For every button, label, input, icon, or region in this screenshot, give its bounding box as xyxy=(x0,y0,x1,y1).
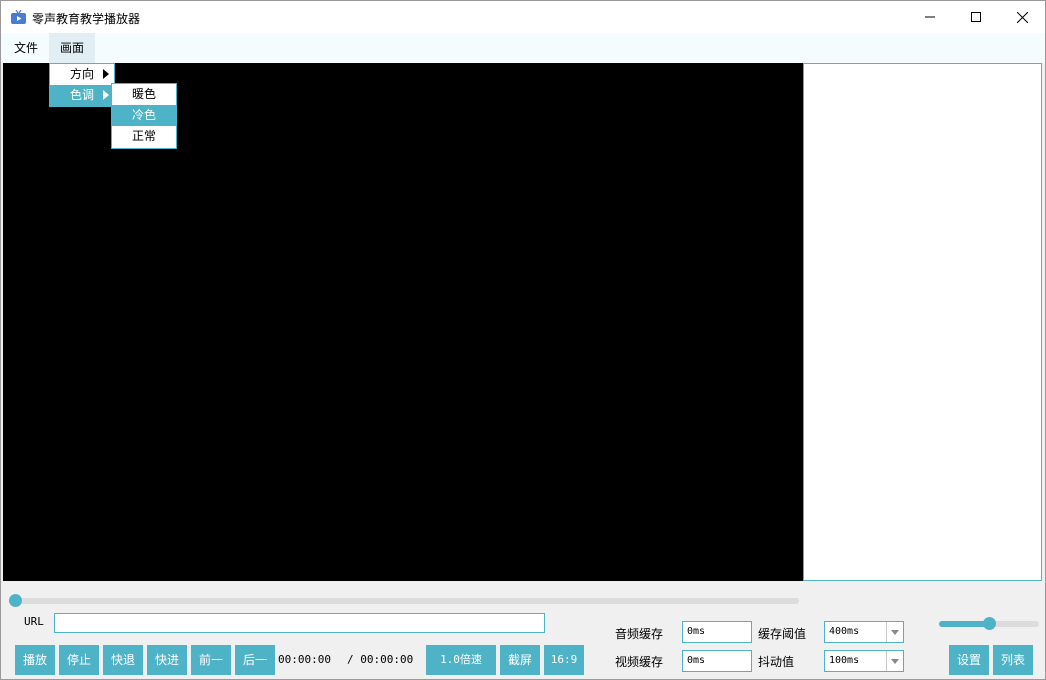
picture-menu: 方向 色调 xyxy=(49,63,115,107)
audio-buffer-label: 音频缓存 xyxy=(615,627,664,641)
stop-button[interactable]: 停止 xyxy=(59,645,99,675)
aspect-ratio-button[interactable]: 16:9 xyxy=(544,645,584,675)
progress-slider[interactable] xyxy=(15,598,799,604)
playlist-panel[interactable] xyxy=(803,63,1042,581)
play-button[interactable]: 播放 xyxy=(15,645,55,675)
menu-item-tone-label: 色调 xyxy=(69,88,94,102)
playlist-button[interactable]: 列表 xyxy=(993,645,1033,675)
minimize-icon xyxy=(925,16,935,18)
volume-slider-fill xyxy=(939,621,989,627)
video-buffer-field: 0ms xyxy=(682,650,752,672)
tone-warm[interactable]: 暖色 xyxy=(112,84,176,105)
total-time: / 00:00:00 xyxy=(347,653,414,666)
close-icon xyxy=(1016,11,1028,23)
buffer-threshold-label: 缓存阈值 xyxy=(758,627,807,641)
tone-submenu: 暖色 冷色 正常 xyxy=(111,83,177,149)
menu-bar: 文件 画面 xyxy=(1,33,1045,63)
menu-item-direction[interactable]: 方向 xyxy=(50,64,114,85)
volume-slider-handle[interactable] xyxy=(982,617,996,630)
tone-normal[interactable]: 正常 xyxy=(112,126,176,147)
tv-app-icon xyxy=(11,10,26,24)
jitter-value: 100ms xyxy=(829,655,860,666)
title-bar[interactable]: 零声教育教学播放器 xyxy=(1,1,1045,33)
player-window: 零声教育教学播放器 文件 画面 方向 色调 暖色 冷色 正常 URL 播放 停止… xyxy=(0,0,1046,680)
window-title: 零声教育教学播放器 xyxy=(32,12,141,26)
submenu-arrow-icon xyxy=(103,69,109,79)
fast-forward-button[interactable]: 快进 xyxy=(147,645,187,675)
chevron-down-icon[interactable] xyxy=(886,651,903,671)
progress-slider-handle[interactable] xyxy=(8,594,22,607)
maximize-icon xyxy=(971,12,981,22)
previous-button[interactable]: 前一 xyxy=(191,645,231,675)
video-buffer-label: 视频缓存 xyxy=(615,655,664,669)
minimize-button[interactable] xyxy=(907,1,953,33)
screenshot-button[interactable]: 截屏 xyxy=(500,645,540,675)
submenu-arrow-icon xyxy=(103,90,109,100)
speed-button[interactable]: 1.0倍速 xyxy=(426,645,496,675)
settings-button[interactable]: 设置 xyxy=(949,645,989,675)
rewind-button[interactable]: 快退 xyxy=(103,645,143,675)
audio-buffer-field: 0ms xyxy=(682,621,752,643)
current-time: 00:00:00 xyxy=(278,653,331,666)
jitter-label: 抖动值 xyxy=(758,655,795,669)
chevron-down-icon[interactable] xyxy=(886,622,903,642)
control-panel: URL 播放 停止 快退 快进 前一 后一 00:00:00 / 00:00:0… xyxy=(3,581,1043,679)
maximize-button[interactable] xyxy=(953,1,999,33)
menu-file[interactable]: 文件 xyxy=(3,33,49,63)
next-button[interactable]: 后一 xyxy=(235,645,275,675)
buffer-threshold-value: 400ms xyxy=(829,626,860,637)
url-input[interactable] xyxy=(54,613,545,633)
url-label: URL xyxy=(24,615,44,628)
menu-item-tone[interactable]: 色调 xyxy=(50,85,114,106)
close-button[interactable] xyxy=(999,1,1045,33)
menu-item-direction-label: 方向 xyxy=(69,67,94,81)
tone-cool[interactable]: 冷色 xyxy=(112,105,176,126)
menu-picture[interactable]: 画面 xyxy=(49,33,96,63)
buffer-threshold-select[interactable]: 400ms xyxy=(824,621,904,643)
jitter-select[interactable]: 100ms xyxy=(824,650,904,672)
